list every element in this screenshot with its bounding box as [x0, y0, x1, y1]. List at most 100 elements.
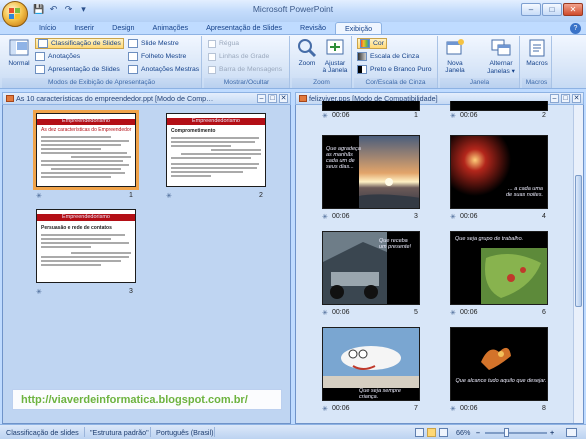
slide-thumbnail-4[interactable]: ... a cada uma de suas noites. — [450, 135, 548, 209]
status-theme: "Estrutura padrão" — [90, 428, 149, 437]
handout-master-icon — [128, 52, 138, 61]
nova-janela-button[interactable]: Nova Janela — [442, 38, 468, 74]
slide-mestre-button[interactable]: Slide Mestre — [128, 38, 179, 49]
slide-timing: 00:06 — [332, 213, 350, 220]
transition-icon: ✳ — [450, 113, 456, 120]
tab-inicio[interactable]: Início — [30, 22, 65, 34]
slide-timing: 00:06 — [460, 213, 478, 220]
window-title: Microsoft PowerPoint — [252, 4, 334, 14]
transition-icon: ✳ — [166, 193, 172, 200]
slide-thumbnail-6[interactable]: Que seja grupo de trabalho. — [450, 231, 548, 305]
folheto-mestre-button[interactable]: Folheto Mestre — [128, 51, 186, 62]
slide-thumbnail-1[interactable] — [322, 101, 420, 111]
slide-thumbnail-1[interactable]: Empreendedorismo As dez características … — [33, 110, 139, 190]
slide-thumbnail-3[interactable]: Empreendedorismo Persuasão e rede de con… — [36, 209, 136, 283]
slide-number: 2 — [542, 112, 546, 119]
transition-icon: ✳ — [322, 406, 328, 413]
preto-branco-button[interactable]: Preto e Branco Puro — [357, 64, 432, 75]
macros-button[interactable]: Macros — [524, 38, 550, 67]
alternar-janelas-button[interactable]: Alternar Janelas ▾ — [484, 38, 518, 75]
slide-number: 1 — [129, 192, 133, 199]
slide-title: Empreendedorismo — [62, 118, 110, 124]
sunset-photo — [359, 136, 419, 208]
slide-subtitle: Comprometimento — [171, 128, 216, 134]
office-button[interactable] — [2, 1, 28, 27]
tab-apresentacao[interactable]: Apresentação de Slides — [197, 22, 291, 34]
barra-mensagens-checkbox[interactable]: Barra de Mensagens — [208, 64, 282, 75]
slide-number: 7 — [414, 405, 418, 412]
slide-number: 4 — [542, 213, 546, 220]
zoom-level[interactable]: 66% — [456, 428, 470, 437]
tab-inserir[interactable]: Inserir — [65, 22, 103, 34]
switch-windows-icon — [491, 38, 511, 58]
group-janela: Nova Janela Alternar Janelas ▾ Janela — [440, 36, 520, 88]
slide-thumbnail-2[interactable] — [450, 101, 548, 111]
slide-number: 5 — [414, 309, 418, 316]
transition-icon: ✳ — [450, 406, 456, 413]
car-photo — [323, 232, 387, 304]
slide-sorter-status-icon[interactable] — [427, 428, 436, 437]
slide-number: 6 — [542, 309, 546, 316]
group-label: Cor/Escala de Cinza — [354, 78, 437, 88]
pane-close-button[interactable]: ✕ — [572, 94, 581, 103]
slide-show-status-icon[interactable] — [439, 428, 448, 437]
zoom-button[interactable]: Zoom — [295, 38, 319, 67]
normal-view-status-icon[interactable] — [415, 428, 424, 437]
pane-minimize-button[interactable]: – — [257, 94, 266, 103]
anotacoes-mestras-button[interactable]: Anotações Mestras — [128, 64, 199, 75]
zoom-out-button[interactable]: – — [476, 428, 480, 437]
maximize-button[interactable]: □ — [542, 3, 562, 16]
candle-photo — [451, 136, 511, 196]
ajustar-janela-button[interactable]: Ajustar à Janela — [320, 38, 350, 74]
slide-title: Empreendedorismo — [62, 214, 110, 220]
tab-animacoes[interactable]: Animações — [144, 22, 198, 34]
zoom-slider-thumb[interactable] — [504, 428, 509, 437]
pane-close-button[interactable]: ✕ — [279, 94, 288, 103]
slide-caption: Que seja sempre criança. — [359, 388, 401, 400]
classificacao-slides-button[interactable]: Classificação de Slides — [35, 38, 124, 49]
cor-button[interactable]: Cor — [357, 38, 387, 49]
ppt-file-icon — [6, 95, 14, 102]
tab-design[interactable]: Design — [103, 22, 143, 34]
escala-cinza-button[interactable]: Escala de Cinza — [357, 51, 419, 62]
zoom-in-button[interactable]: + — [550, 428, 554, 437]
group-mostrar-ocultar: Régua Linhas de Grade Barra de Mensagens… — [204, 36, 290, 88]
close-button[interactable]: ✕ — [563, 3, 583, 16]
ribbon: Normal Classificação de Slides Anotações… — [0, 34, 586, 89]
linhas-grade-checkbox[interactable]: Linhas de Grade — [208, 51, 269, 62]
slide-thumbnail-2[interactable]: Empreendedorismo Comprometimento — [166, 113, 266, 187]
regua-checkbox[interactable]: Régua — [208, 38, 239, 49]
slide-show-icon — [35, 65, 45, 74]
transition-icon: ✳ — [322, 113, 328, 120]
pane-minimize-button[interactable]: – — [550, 94, 559, 103]
apresentacao-slides-button[interactable]: Apresentação de Slides — [35, 64, 120, 75]
pane-maximize-button[interactable]: □ — [268, 94, 277, 103]
slide-thumbnail-3[interactable]: Que agradeça as manhãs cada um de seus d… — [322, 135, 420, 209]
vertical-scrollbar[interactable] — [573, 105, 583, 423]
status-bar: Classificação de slides "Estrutura padrã… — [0, 424, 586, 439]
zoom-slider-track[interactable] — [485, 432, 547, 434]
help-icon[interactable]: ? — [570, 23, 581, 34]
slide-number: 3 — [414, 213, 418, 220]
grayscale-icon — [357, 52, 367, 61]
slide-number: 2 — [259, 192, 263, 199]
minimize-button[interactable]: – — [521, 3, 541, 16]
slide-thumbnail-5[interactable]: Que receba um presente! — [322, 231, 420, 305]
transition-icon: ✳ — [322, 310, 328, 317]
normal-view-icon — [9, 38, 29, 58]
status-language[interactable]: Português (Brasil) — [156, 428, 214, 437]
transition-icon: ✳ — [36, 193, 42, 200]
tab-exibicao[interactable]: Exibição — [335, 22, 383, 34]
anotacoes-button[interactable]: Anotações — [35, 51, 80, 62]
tab-revisao[interactable]: Revisão — [291, 22, 335, 34]
slide-number: 1 — [414, 112, 418, 119]
slide-thumbnail-8[interactable]: Que alcance tudo aquilo que desejar. — [450, 327, 548, 401]
normal-view-button[interactable]: Normal — [4, 38, 34, 67]
slide-master-icon — [128, 39, 138, 48]
fit-slide-status-icon[interactable] — [566, 428, 577, 437]
slide-timing: 00:06 — [460, 309, 478, 316]
pane-maximize-button[interactable]: □ — [561, 94, 570, 103]
slide-thumbnail-7[interactable]: Que seja sempre criança. — [322, 327, 420, 401]
color-icon — [360, 39, 370, 48]
scrollbar-thumb[interactable] — [575, 175, 582, 307]
